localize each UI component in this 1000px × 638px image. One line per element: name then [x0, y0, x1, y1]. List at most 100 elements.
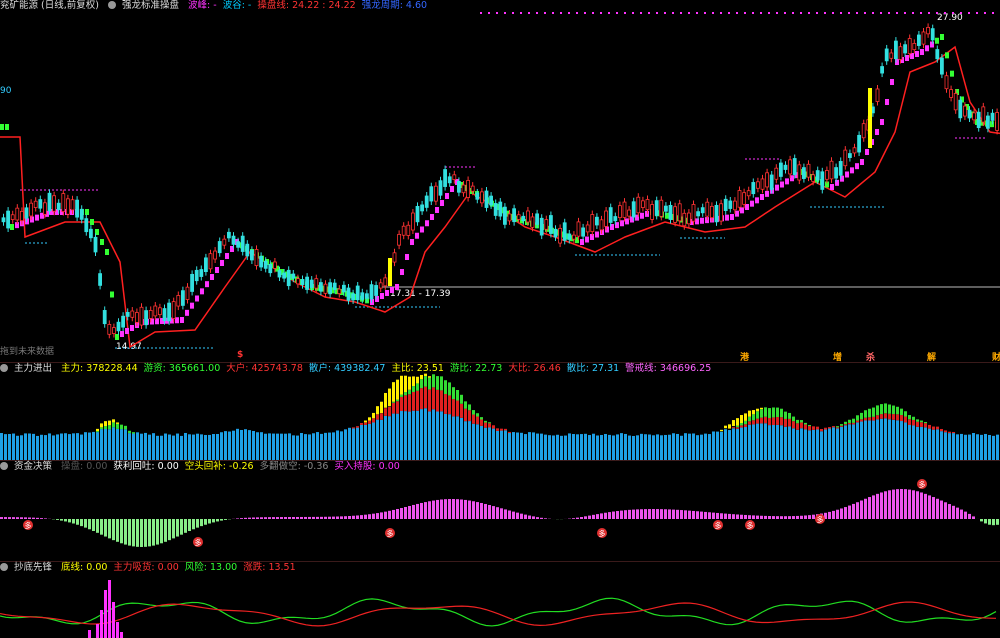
volume-bar [636, 435, 639, 460]
trend-segment [5, 124, 9, 130]
decision-bar [776, 516, 779, 519]
candle [102, 310, 107, 325]
main-force-pane[interactable]: 主力进出 主力: 378228.44 游资: 365661.00 大户: 42574… [0, 363, 1000, 460]
trend-segment [390, 287, 394, 293]
trend-segment [440, 200, 444, 206]
candle [811, 174, 815, 182]
volume-bar [504, 430, 507, 460]
candlestick-chart[interactable] [0, 0, 1000, 362]
decision-bar [964, 511, 967, 519]
candle [539, 217, 544, 236]
signal-dot [648, 12, 650, 14]
candle [746, 190, 751, 197]
candle [291, 273, 296, 279]
volume-bar [536, 433, 539, 460]
trend-segment [115, 334, 119, 340]
volume-bar [644, 434, 647, 460]
candle [848, 153, 852, 158]
event-marker-0[interactable]: $ [237, 350, 243, 360]
decision-bar [456, 499, 459, 519]
candle [627, 209, 631, 217]
candle [742, 192, 746, 205]
signal-dot [528, 12, 530, 14]
volume-bar [728, 430, 731, 460]
decision-bar [436, 499, 439, 519]
candle [337, 288, 342, 294]
decision-bar [192, 519, 195, 530]
volume-bar [292, 435, 295, 460]
volume-bar [872, 420, 875, 460]
fund-decision-chart[interactable]: 多多多 多多 多多多 [0, 461, 1000, 561]
decision-bar [656, 509, 659, 519]
decision-bar [244, 517, 247, 519]
bottom-pioneer-chart[interactable] [0, 562, 1000, 638]
volume-bar [76, 433, 79, 460]
volume-bar [980, 434, 983, 460]
candle [484, 190, 489, 208]
decision-bar [916, 491, 919, 519]
bottom-pioneer-pane[interactable]: 抄底先锋 底线: 0.00 主力吸货: 0.00 风险: 13.00 涨跌: 13.5… [0, 562, 1000, 638]
main-chart-pane[interactable]: 兖矿能源 (日线,前复权) 强龙标准操盘 波峰: - 波谷: - 操盘线: 24.2… [0, 0, 1000, 363]
decision-bar [988, 519, 991, 525]
volume-bar [732, 428, 735, 460]
signal-dot [776, 12, 778, 14]
decision-bar [452, 499, 455, 519]
fund-decision-pane[interactable]: 资金决策 操盘: 0.00 获利回吐: 0.00 空头回补: -0.26 多翻做空: … [0, 461, 1000, 561]
signal-dot [568, 12, 570, 14]
trend-segment [415, 232, 419, 239]
decision-bar [760, 515, 763, 519]
signal-dot [840, 12, 842, 14]
volume-bar [796, 429, 799, 460]
decision-bar [844, 507, 847, 519]
main-force-chart[interactable] [0, 363, 1000, 460]
volume-bar [628, 435, 631, 460]
candle [112, 327, 116, 334]
volume-bar [152, 433, 155, 460]
candle [544, 219, 549, 230]
candle [332, 282, 337, 290]
volume-bar [968, 434, 971, 460]
decision-bar [640, 509, 643, 519]
volume-bar [432, 409, 435, 460]
candle [595, 216, 599, 226]
candle [98, 273, 102, 286]
volume-bar [500, 430, 503, 460]
decision-bar [992, 519, 995, 526]
candle [438, 180, 443, 196]
candle [567, 233, 572, 240]
candle [171, 301, 176, 319]
decision-bar [360, 515, 363, 519]
volume-bar [228, 431, 231, 460]
trend-segment [775, 184, 779, 191]
signal-dot [592, 12, 594, 14]
decision-bar [936, 498, 939, 519]
volume-bar [860, 421, 863, 460]
candle [562, 222, 567, 241]
candle [452, 174, 457, 181]
decision-bar [124, 519, 127, 545]
candle [167, 302, 172, 322]
candle [277, 270, 282, 278]
volume-bar [272, 433, 275, 460]
decision-bar [652, 509, 655, 519]
volume-bar [652, 435, 655, 460]
candle [825, 170, 829, 180]
candle [815, 170, 820, 181]
trend-segment [185, 309, 189, 316]
candle [728, 200, 733, 209]
volume-bar [960, 433, 963, 460]
decision-bar [412, 504, 415, 519]
volume-bar [948, 433, 951, 460]
decision-bar [800, 515, 803, 519]
trend-segment [400, 269, 404, 275]
volume-bar [472, 423, 475, 460]
volume-bar [320, 433, 323, 460]
decision-bar [688, 510, 691, 519]
volume-bar [428, 411, 431, 460]
volume-bar [520, 432, 523, 460]
candle [38, 199, 43, 209]
volume-bar [88, 432, 91, 460]
trend-segment [200, 288, 204, 295]
volume-bar [468, 421, 471, 460]
decision-bar [188, 519, 191, 532]
